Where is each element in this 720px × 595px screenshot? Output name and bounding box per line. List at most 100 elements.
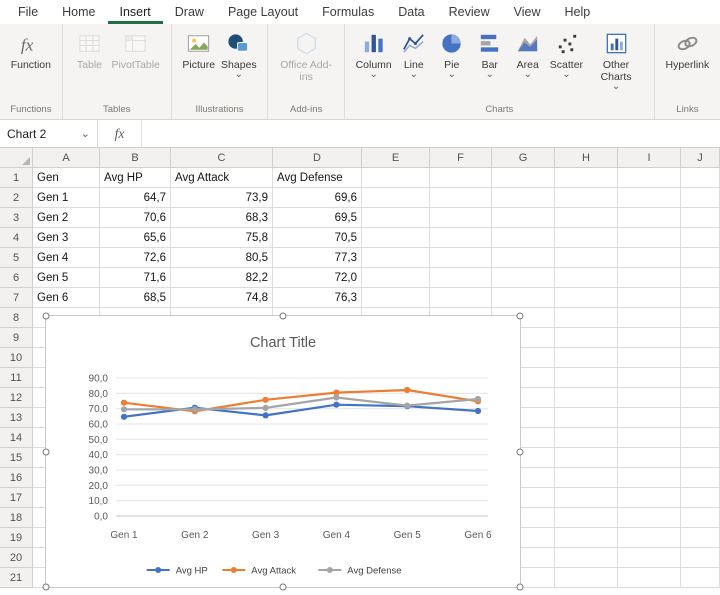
cell-h6[interactable] [555, 268, 618, 288]
cell-b1[interactable]: Avg HP [100, 168, 171, 188]
row-header-4[interactable]: 4 [0, 228, 33, 248]
cell-f2[interactable] [430, 188, 492, 208]
cell-j18[interactable] [681, 508, 720, 528]
cell-c4[interactable]: 75,8 [171, 228, 273, 248]
cell-j11[interactable] [681, 368, 720, 388]
row-header-17[interactable]: 17 [0, 488, 33, 508]
column-header-g[interactable]: G [492, 148, 555, 168]
column-header-h[interactable]: H [555, 148, 618, 168]
cell-a6[interactable]: Gen 5 [33, 268, 100, 288]
cell-d5[interactable]: 77,3 [273, 248, 362, 268]
cell-c2[interactable]: 73,9 [171, 188, 273, 208]
cell-j14[interactable] [681, 428, 720, 448]
cell-i7[interactable] [618, 288, 681, 308]
cell-f3[interactable] [430, 208, 492, 228]
cell-h12[interactable] [555, 388, 618, 408]
column-button[interactable]: Column⌄ [353, 26, 395, 79]
tab-home[interactable]: Home [50, 0, 107, 24]
cell-j8[interactable] [681, 308, 720, 328]
cell-e4[interactable] [362, 228, 430, 248]
cell-f1[interactable] [430, 168, 492, 188]
column-header-b[interactable]: B [100, 148, 171, 168]
row-header-18[interactable]: 18 [0, 508, 33, 528]
chart-resize-handle-n[interactable] [280, 313, 287, 320]
row-header-15[interactable]: 15 [0, 448, 33, 468]
cell-h21[interactable] [555, 568, 618, 588]
cell-i1[interactable] [618, 168, 681, 188]
row-header-10[interactable]: 10 [0, 348, 33, 368]
cell-i14[interactable] [618, 428, 681, 448]
row-header-8[interactable]: 8 [0, 308, 33, 328]
cell-h17[interactable] [555, 488, 618, 508]
cell-i20[interactable] [618, 548, 681, 568]
cell-j13[interactable] [681, 408, 720, 428]
row-header-16[interactable]: 16 [0, 468, 33, 488]
chart-resize-handle-w[interactable] [43, 448, 50, 455]
cell-i16[interactable] [618, 468, 681, 488]
cell-a5[interactable]: Gen 4 [33, 248, 100, 268]
cell-i6[interactable] [618, 268, 681, 288]
cell-e2[interactable] [362, 188, 430, 208]
select-all-corner[interactable] [0, 148, 33, 168]
cell-a1[interactable]: Gen [33, 168, 100, 188]
cell-h19[interactable] [555, 528, 618, 548]
cell-h4[interactable] [555, 228, 618, 248]
chart-resize-handle-e[interactable] [517, 448, 524, 455]
cell-j20[interactable] [681, 548, 720, 568]
cell-c5[interactable]: 80,5 [171, 248, 273, 268]
row-header-13[interactable]: 13 [0, 408, 33, 428]
cell-i2[interactable] [618, 188, 681, 208]
cell-e1[interactable] [362, 168, 430, 188]
cell-j3[interactable] [681, 208, 720, 228]
cell-g3[interactable] [492, 208, 555, 228]
tab-draw[interactable]: Draw [163, 0, 216, 24]
cell-i13[interactable] [618, 408, 681, 428]
tab-file[interactable]: File [6, 0, 50, 24]
cell-a7[interactable]: Gen 6 [33, 288, 100, 308]
cell-j4[interactable] [681, 228, 720, 248]
row-header-20[interactable]: 20 [0, 548, 33, 568]
cell-h13[interactable] [555, 408, 618, 428]
row-header-9[interactable]: 9 [0, 328, 33, 348]
cell-g2[interactable] [492, 188, 555, 208]
tab-page-layout[interactable]: Page Layout [216, 0, 310, 24]
cell-i19[interactable] [618, 528, 681, 548]
cell-g1[interactable] [492, 168, 555, 188]
cell-h10[interactable] [555, 348, 618, 368]
cell-j15[interactable] [681, 448, 720, 468]
cell-j6[interactable] [681, 268, 720, 288]
cell-b3[interactable]: 70,6 [100, 208, 171, 228]
name-box[interactable]: Chart 2 ⌄ [0, 120, 98, 147]
chart-resize-handle-nw[interactable] [43, 313, 50, 320]
cell-h2[interactable] [555, 188, 618, 208]
column-header-e[interactable]: E [362, 148, 430, 168]
column-header-j[interactable]: J [681, 148, 720, 168]
cell-b5[interactable]: 72,6 [100, 248, 171, 268]
cell-i10[interactable] [618, 348, 681, 368]
row-header-5[interactable]: 5 [0, 248, 33, 268]
cell-g6[interactable] [492, 268, 555, 288]
cell-i3[interactable] [618, 208, 681, 228]
row-header-14[interactable]: 14 [0, 428, 33, 448]
cell-d3[interactable]: 69,5 [273, 208, 362, 228]
other-charts-button[interactable]: Other Charts⌄ [586, 26, 646, 91]
cell-c1[interactable]: Avg Attack [171, 168, 273, 188]
cell-i9[interactable] [618, 328, 681, 348]
cell-b2[interactable]: 64,7 [100, 188, 171, 208]
cell-f4[interactable] [430, 228, 492, 248]
cell-i17[interactable] [618, 488, 681, 508]
cell-j5[interactable] [681, 248, 720, 268]
chart-resize-handle-ne[interactable] [517, 313, 524, 320]
cell-c7[interactable]: 74,8 [171, 288, 273, 308]
row-header-3[interactable]: 3 [0, 208, 33, 228]
fx-icon[interactable]: fx [98, 120, 142, 147]
cell-d7[interactable]: 76,3 [273, 288, 362, 308]
bar-button[interactable]: Bar⌄ [471, 26, 509, 79]
cell-h5[interactable] [555, 248, 618, 268]
cell-j7[interactable] [681, 288, 720, 308]
row-header-19[interactable]: 19 [0, 528, 33, 548]
tab-help[interactable]: Help [553, 0, 603, 24]
cell-j10[interactable] [681, 348, 720, 368]
cell-h3[interactable] [555, 208, 618, 228]
cell-h14[interactable] [555, 428, 618, 448]
